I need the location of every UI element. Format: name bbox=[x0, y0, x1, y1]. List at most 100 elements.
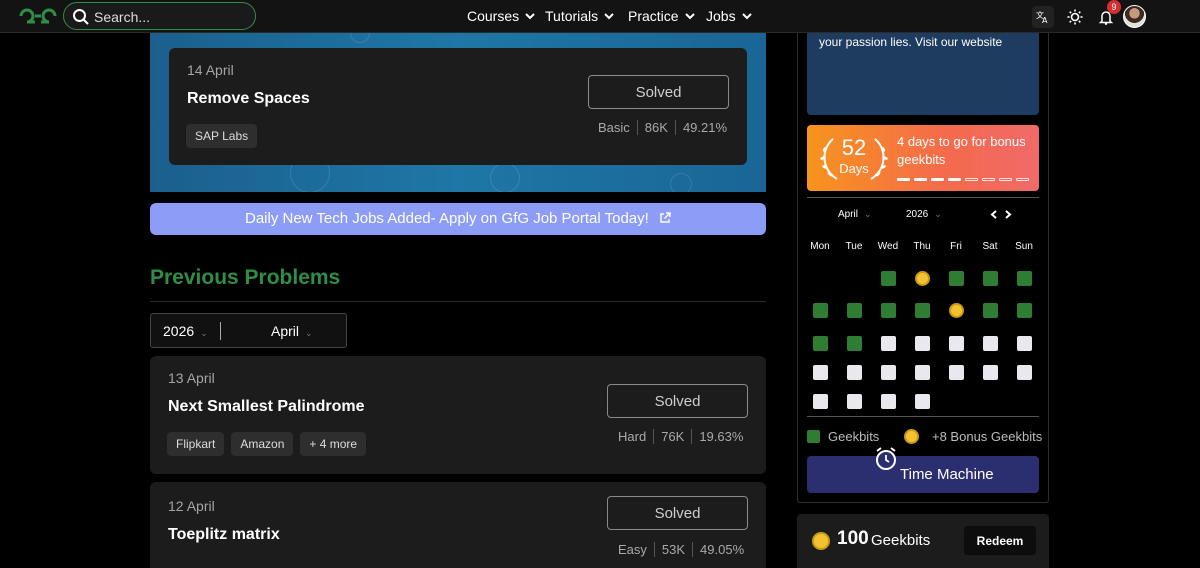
nav-tutorials-label: Tutorials bbox=[545, 8, 599, 24]
external-link-icon bbox=[660, 212, 671, 223]
weekday-sun: Sun bbox=[1015, 241, 1033, 252]
calendar-day-solved[interactable] bbox=[983, 271, 998, 286]
divider bbox=[150, 301, 766, 302]
calendar-day-solved[interactable] bbox=[983, 303, 998, 318]
calendar-day-empty[interactable] bbox=[813, 365, 828, 380]
coin-icon bbox=[904, 429, 919, 444]
progress-dash-empty bbox=[1016, 178, 1029, 181]
calendar-day-empty[interactable] bbox=[983, 336, 998, 351]
weekday-tue: Tue bbox=[845, 241, 863, 252]
progress-dash-empty bbox=[982, 178, 995, 181]
calendar-day-empty[interactable] bbox=[813, 394, 828, 409]
calendar-day-empty[interactable] bbox=[915, 336, 930, 351]
redeem-button[interactable]: Redeem bbox=[964, 526, 1036, 555]
calendar-day-solved[interactable] bbox=[881, 271, 896, 286]
solved-button[interactable]: Solved bbox=[607, 384, 748, 418]
filter-separator bbox=[220, 322, 221, 340]
gfg-logo[interactable] bbox=[18, 6, 58, 26]
calendar-day-empty[interactable] bbox=[881, 365, 896, 380]
avatar[interactable] bbox=[1123, 5, 1146, 28]
calendar-month-select[interactable]: April ⌄ bbox=[838, 209, 872, 220]
potd-card[interactable]: 14 April Remove Spaces SAP Labs Solved B… bbox=[169, 48, 747, 165]
calendar-day-solved[interactable] bbox=[813, 336, 828, 351]
calendar-day-empty[interactable] bbox=[983, 365, 998, 380]
time-machine-button[interactable]: Time Machine bbox=[807, 447, 1039, 493]
translate-icon[interactable]: 文A bbox=[1032, 6, 1054, 28]
calendar-day-empty[interactable] bbox=[881, 394, 896, 409]
company-tag[interactable]: Flipkart bbox=[167, 432, 225, 456]
calendar-day-solved[interactable] bbox=[847, 303, 862, 318]
chevron-left-icon[interactable] bbox=[990, 210, 998, 219]
progress-dash-filled bbox=[897, 178, 910, 181]
calendar-day-empty[interactable] bbox=[881, 336, 896, 351]
calendar-day-empty[interactable] bbox=[1017, 365, 1032, 380]
problem-card[interactable]: 12 April Toeplitz matrix Solved Easy 53K… bbox=[150, 482, 766, 568]
progress-dash-empty bbox=[965, 178, 978, 181]
year-select[interactable]: 2026 ⌄ bbox=[163, 323, 208, 339]
divider bbox=[807, 416, 1039, 417]
weekday-wed: Wed bbox=[877, 241, 899, 252]
difficulty: Basic bbox=[598, 120, 630, 135]
calendar-day-solved[interactable] bbox=[847, 336, 862, 351]
nav-jobs[interactable]: Jobs bbox=[706, 8, 752, 24]
calendar-day-bonus[interactable] bbox=[949, 303, 964, 318]
calendar-day-empty[interactable] bbox=[847, 365, 862, 380]
chevron-right-icon[interactable] bbox=[1004, 210, 1012, 219]
chevron-down-icon: ⌄ bbox=[864, 209, 872, 219]
nav-jobs-label: Jobs bbox=[706, 8, 736, 24]
theme-toggle-icon[interactable] bbox=[1064, 6, 1086, 28]
problem-title[interactable]: Next Smallest Palindrome bbox=[168, 398, 365, 416]
calendar-day-solved[interactable] bbox=[881, 303, 896, 318]
calendar-day-empty[interactable] bbox=[949, 336, 964, 351]
company-tag[interactable]: SAP Labs bbox=[186, 124, 258, 148]
weekday-thu: Thu bbox=[913, 241, 931, 252]
geekbits-count: 100 bbox=[837, 528, 869, 549]
chevron-down-icon bbox=[684, 12, 695, 19]
search-placeholder: Search... bbox=[94, 9, 151, 25]
month-value: April bbox=[271, 323, 300, 339]
calendar-day-solved[interactable] bbox=[1017, 303, 1032, 318]
problem-card[interactable]: 13 April Next Smallest Palindrome Flipka… bbox=[150, 356, 766, 474]
nav-tutorials[interactable]: Tutorials bbox=[545, 8, 614, 24]
problem-stats: Easy 53K 49.05% bbox=[618, 542, 751, 557]
calendar-day-empty[interactable] bbox=[915, 394, 930, 409]
month-select[interactable]: April ⌄ bbox=[271, 323, 313, 339]
alarm-clock-icon bbox=[876, 447, 896, 470]
submissions: 53K bbox=[653, 542, 692, 557]
weekday-fri: Fri bbox=[950, 241, 962, 252]
search-input[interactable]: Search... bbox=[63, 2, 256, 30]
streak-count: 52 bbox=[841, 135, 867, 160]
weekday-sat: Sat bbox=[982, 241, 998, 252]
problem-title[interactable]: Toeplitz matrix bbox=[168, 526, 280, 544]
problem-date: 13 April bbox=[168, 370, 215, 386]
job-portal-banner[interactable]: Daily New Tech Jobs Added- Apply on GfG … bbox=[150, 203, 766, 235]
chevron-down-icon: ⌄ bbox=[200, 328, 208, 338]
chevron-down-icon: ⌄ bbox=[934, 209, 942, 219]
calendar-day-solved[interactable] bbox=[915, 303, 930, 318]
streak-message: 4 days to go for bonus geekbits bbox=[897, 134, 1026, 167]
submissions: 76K bbox=[653, 429, 691, 444]
nav-courses[interactable]: Courses bbox=[467, 8, 535, 24]
potd-stats: Basic 86K 49.21% bbox=[598, 120, 734, 135]
company-tag[interactable]: Amazon bbox=[231, 432, 294, 456]
search-icon bbox=[73, 9, 89, 25]
calendar-month: April bbox=[838, 209, 859, 220]
accuracy: 19.63% bbox=[691, 429, 750, 444]
calendar-day-empty[interactable] bbox=[915, 365, 930, 380]
solved-button[interactable]: Solved bbox=[588, 75, 729, 109]
calendar-day-empty[interactable] bbox=[847, 394, 862, 409]
calendar-day-empty[interactable] bbox=[1017, 336, 1032, 351]
solved-button[interactable]: Solved bbox=[607, 496, 748, 530]
nav-practice[interactable]: Practice bbox=[628, 8, 695, 24]
calendar-year-select[interactable]: 2026 ⌄ bbox=[906, 209, 942, 220]
calendar-day-solved[interactable] bbox=[1017, 271, 1032, 286]
calendar-day-empty[interactable] bbox=[949, 365, 964, 380]
accuracy: 49.21% bbox=[674, 120, 734, 135]
calendar-day-solved[interactable] bbox=[813, 303, 828, 318]
date-filter[interactable]: 2026 ⌄ April ⌄ bbox=[150, 313, 347, 348]
calendar-day-bonus[interactable] bbox=[915, 271, 930, 286]
chevron-down-icon: ⌄ bbox=[305, 328, 313, 338]
more-tags[interactable]: + 4 more bbox=[300, 432, 367, 456]
potd-title[interactable]: Remove Spaces bbox=[187, 90, 310, 108]
calendar-day-solved[interactable] bbox=[949, 271, 964, 286]
